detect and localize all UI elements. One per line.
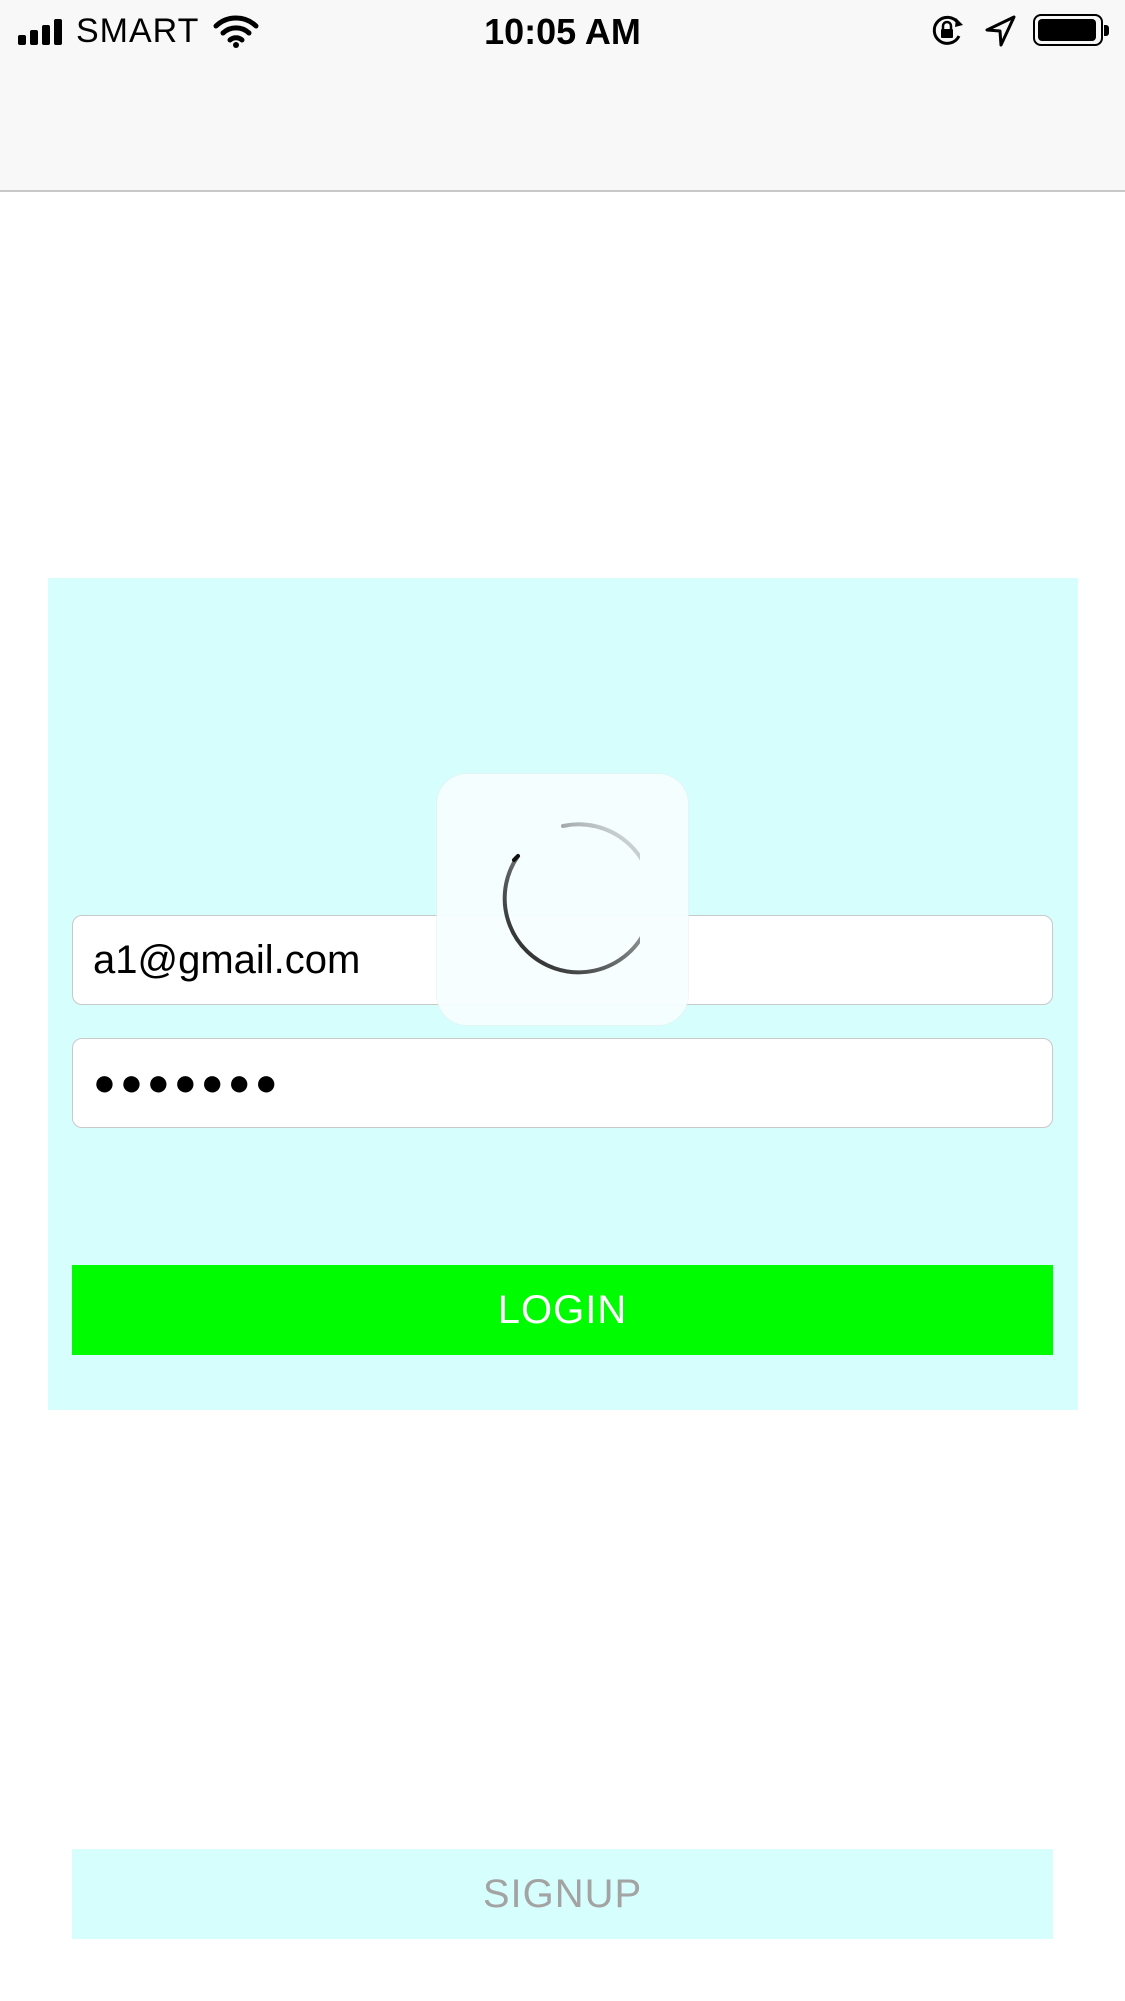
spinner-icon xyxy=(502,822,640,975)
password-field[interactable]: ●●●●●●● xyxy=(72,1038,1053,1128)
password-value: ●●●●●●● xyxy=(93,1061,282,1104)
signup-button-label: SIGNUP xyxy=(482,1871,643,1916)
orientation-lock-icon xyxy=(932,15,963,45)
battery-icon xyxy=(1033,14,1109,46)
login-button-label: LOGIN xyxy=(497,1287,628,1332)
loading-hud xyxy=(437,774,688,1025)
login-button[interactable]: LOGIN xyxy=(72,1265,1053,1355)
email-value: a1@gmail.com xyxy=(93,937,361,982)
status-bar: SMART 10:05 AM xyxy=(0,0,1125,192)
location-arrow-icon xyxy=(985,15,1016,47)
signup-button[interactable]: SIGNUP xyxy=(72,1849,1053,1939)
